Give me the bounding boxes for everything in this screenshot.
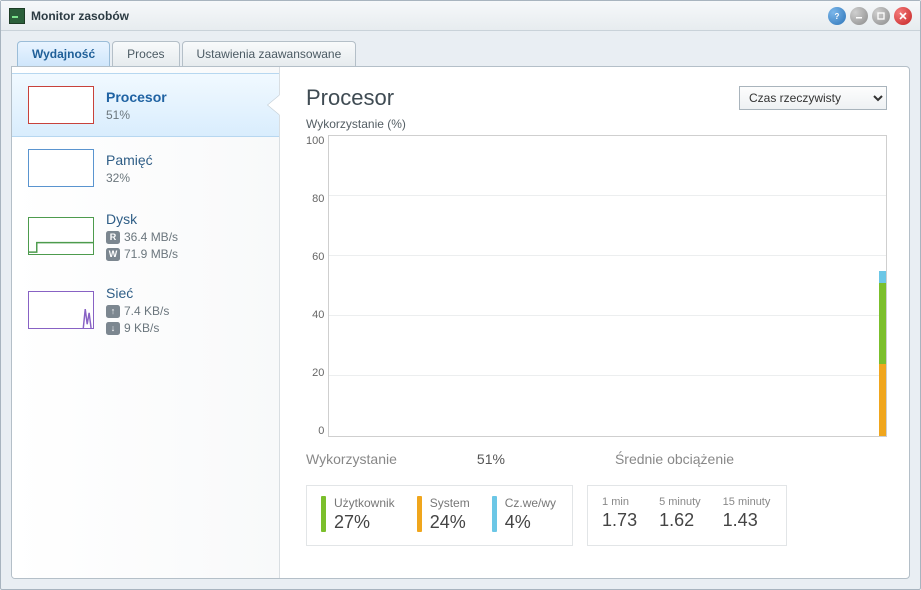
disk-read-value: 36.4 MB/s xyxy=(124,230,178,244)
y-tick: 100 xyxy=(306,135,324,147)
load-5min-label: 5 minuty xyxy=(659,496,701,508)
maximize-button[interactable] xyxy=(872,7,890,25)
sidebar-item-disk[interactable]: Dysk R 36.4 MB/s W 71.9 MB/s xyxy=(12,199,279,273)
maximize-icon xyxy=(876,11,886,21)
legend-io-value: 4% xyxy=(505,512,556,533)
legend-system-color xyxy=(417,496,422,532)
legend-row: Użytkownik 27% System 24% xyxy=(306,485,887,546)
disk-write-row: W 71.9 MB/s xyxy=(106,247,178,261)
network-spark-icon xyxy=(29,292,93,328)
upload-badge-icon: ↑ xyxy=(106,305,120,318)
app-icon xyxy=(9,8,25,24)
usage-section-title: Wykorzystanie xyxy=(306,451,397,467)
load-group: 1 min 1.73 5 minuty 1.62 15 minuty 1.43 xyxy=(587,485,787,546)
tab-process[interactable]: Proces xyxy=(112,41,179,66)
tab-advanced-settings[interactable]: Ustawienia zaawansowane xyxy=(182,41,357,66)
load-1min-label: 1 min xyxy=(602,496,637,508)
page-title: Procesor xyxy=(306,85,394,111)
network-thumb xyxy=(28,291,94,329)
legend-system-label: System xyxy=(430,496,470,510)
disk-read-row: R 36.4 MB/s xyxy=(106,230,178,244)
legend-system: System 24% xyxy=(417,496,470,533)
svg-text:?: ? xyxy=(835,12,840,21)
y-axis: 100 80 60 40 20 0 xyxy=(306,135,324,437)
cpu-value: 51% xyxy=(106,108,167,122)
legend-user-value: 27% xyxy=(334,512,395,533)
download-badge-icon: ↓ xyxy=(106,322,120,335)
disk-meta: Dysk R 36.4 MB/s W 71.9 MB/s xyxy=(106,211,178,261)
sidebar-item-memory[interactable]: Pamięć 32% xyxy=(12,137,279,199)
window: Monitor zasobów ? Wydajność Proces Ustaw… xyxy=(0,0,921,590)
legend-io-label: Cz.we/wy xyxy=(505,496,556,510)
usage-header: Wykorzystanie 51% Średnie obciążenie xyxy=(306,451,887,467)
disk-read-badge: R xyxy=(106,231,120,244)
main: Procesor Czas rzeczywisty Wykorzystanie … xyxy=(280,67,909,578)
load-5min-value: 1.62 xyxy=(659,510,701,531)
memory-meta: Pamięć 32% xyxy=(106,152,153,185)
legend-io: Cz.we/wy 4% xyxy=(492,496,556,533)
minimize-button[interactable] xyxy=(850,7,868,25)
disk-write-value: 71.9 MB/s xyxy=(124,247,178,261)
content: Wydajność Proces Ustawienia zaawansowane… xyxy=(1,31,920,589)
panel: Procesor 51% Pamięć 32% xyxy=(11,66,910,579)
chart-wrap: 100 80 60 40 20 0 xyxy=(306,135,887,437)
sidebar-item-network[interactable]: Sieć ↑ 7.4 KB/s ↓ 9 KB/s xyxy=(12,273,279,347)
cpu-title: Procesor xyxy=(106,89,167,105)
network-title: Sieć xyxy=(106,285,169,301)
y-tick: 80 xyxy=(312,193,324,205)
utilization-chart xyxy=(328,135,887,437)
legend-user-color xyxy=(321,496,326,532)
legend-user: Użytkownik 27% xyxy=(321,496,395,533)
legend-system-value: 24% xyxy=(430,512,470,533)
memory-value: 32% xyxy=(106,171,153,185)
disk-write-badge: W xyxy=(106,248,120,261)
help-icon: ? xyxy=(832,11,842,21)
help-button[interactable]: ? xyxy=(828,7,846,25)
disk-spark-icon xyxy=(29,218,93,254)
y-tick: 20 xyxy=(312,367,324,379)
load-1min: 1 min 1.73 xyxy=(602,496,637,533)
cpu-meta: Procesor 51% xyxy=(106,89,167,122)
sidebar-item-cpu[interactable]: Procesor 51% xyxy=(12,73,279,137)
time-range-select[interactable]: Czas rzeczywisty xyxy=(739,86,887,110)
titlebar-buttons: ? xyxy=(828,7,912,25)
network-up-value: 7.4 KB/s xyxy=(124,304,169,318)
chart-y-label: Wykorzystanie (%) xyxy=(306,117,887,131)
close-button[interactable] xyxy=(894,7,912,25)
network-meta: Sieć ↑ 7.4 KB/s ↓ 9 KB/s xyxy=(106,285,169,335)
y-tick: 0 xyxy=(318,425,324,437)
load-5min: 5 minuty 1.62 xyxy=(659,496,701,533)
network-down-value: 9 KB/s xyxy=(124,321,159,335)
memory-thumb xyxy=(28,149,94,187)
main-header: Procesor Czas rzeczywisty xyxy=(306,85,887,111)
usage-legend-group: Użytkownik 27% System 24% xyxy=(306,485,573,546)
network-up-row: ↑ 7.4 KB/s xyxy=(106,304,169,318)
legend-user-label: Użytkownik xyxy=(334,496,395,510)
cpu-thumb xyxy=(28,86,94,124)
memory-title: Pamięć xyxy=(106,152,153,168)
titlebar: Monitor zasobów ? xyxy=(1,1,920,31)
disk-title: Dysk xyxy=(106,211,178,227)
sidebar: Procesor 51% Pamięć 32% xyxy=(12,67,280,578)
legend-io-color xyxy=(492,496,497,532)
tab-performance[interactable]: Wydajność xyxy=(17,41,110,66)
load-15min: 15 minuty 1.43 xyxy=(723,496,771,533)
window-title: Monitor zasobów xyxy=(31,9,822,23)
load-15min-label: 15 minuty xyxy=(723,496,771,508)
network-down-row: ↓ 9 KB/s xyxy=(106,321,169,335)
load-15min-value: 1.43 xyxy=(723,510,771,531)
y-tick: 40 xyxy=(312,309,324,321)
usage-total: 51% xyxy=(477,451,505,467)
load-section-title: Średnie obciążenie xyxy=(615,451,734,467)
y-tick: 60 xyxy=(312,251,324,263)
tabstrip: Wydajność Proces Ustawienia zaawansowane xyxy=(11,41,910,66)
load-1min-value: 1.73 xyxy=(602,510,637,531)
close-icon xyxy=(898,11,908,21)
minimize-icon xyxy=(854,11,864,21)
disk-thumb xyxy=(28,217,94,255)
